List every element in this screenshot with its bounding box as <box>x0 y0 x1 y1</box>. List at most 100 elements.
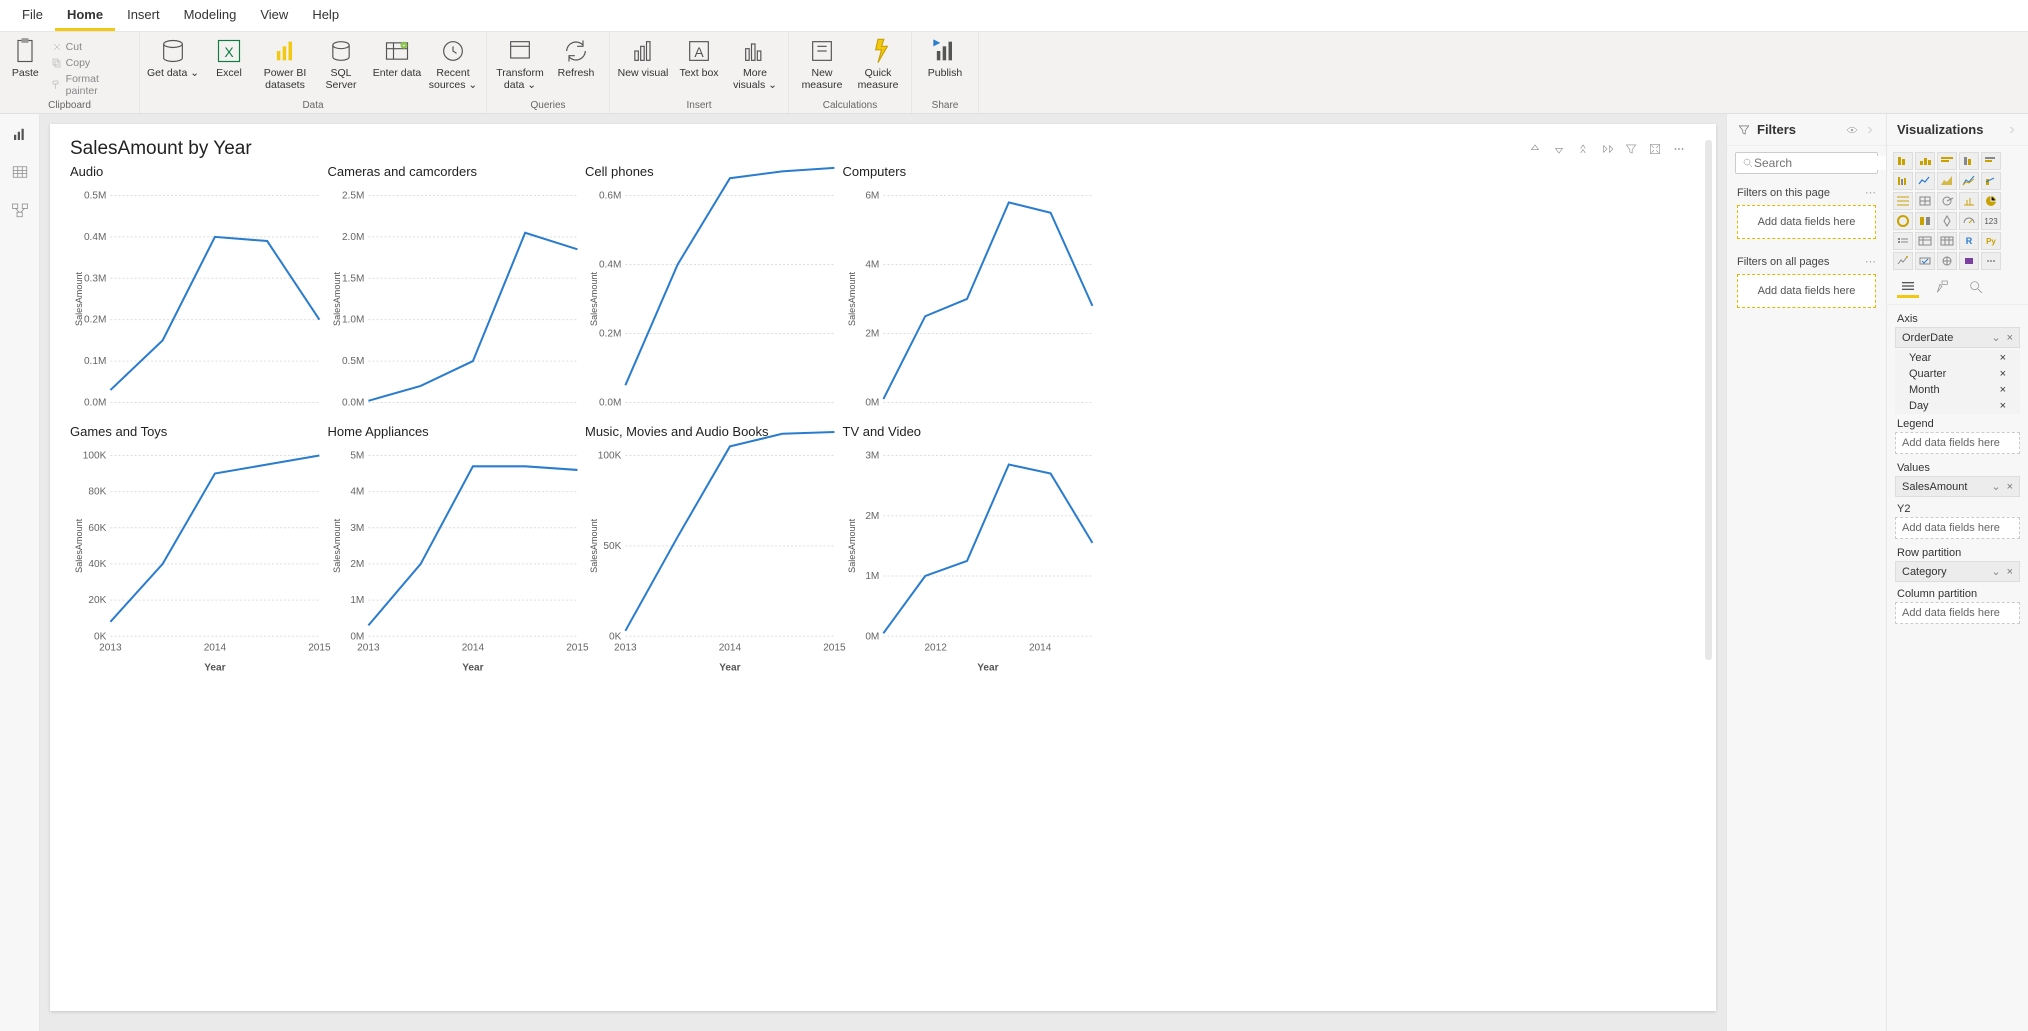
viz-type-9[interactable] <box>1981 172 2001 190</box>
viz-type-18[interactable] <box>1959 212 1979 230</box>
viz-type-4[interactable] <box>1981 152 2001 170</box>
menu-tab-insert[interactable]: Insert <box>115 1 172 31</box>
axis-level-day[interactable]: Day× <box>1895 398 2020 414</box>
viz-type-1[interactable] <box>1915 152 1935 170</box>
viz-type-15[interactable] <box>1893 212 1913 230</box>
report-view-button[interactable] <box>8 122 32 146</box>
enter-data-button[interactable]: +Enter data <box>370 35 424 79</box>
expand-all-icon[interactable] <box>1576 142 1590 156</box>
sql-server-button[interactable]: SQL Server <box>314 35 368 91</box>
viz-type-29[interactable] <box>1981 252 2001 270</box>
viz-type-10[interactable] <box>1893 192 1913 210</box>
excel-button[interactable]: XExcel <box>202 35 256 79</box>
new-measure-button[interactable]: New measure <box>795 35 849 91</box>
menu-tab-view[interactable]: View <box>248 1 300 31</box>
menu-tab-file[interactable]: File <box>10 1 55 31</box>
new-visual-button[interactable]: New visual <box>616 35 670 79</box>
viz-type-19[interactable]: 123 <box>1981 212 2001 230</box>
axis-level-quarter[interactable]: Quarter× <box>1895 366 2020 382</box>
paste-button[interactable]: Paste <box>6 35 45 79</box>
menu-tab-home[interactable]: Home <box>55 1 115 31</box>
filters-on-page-drop[interactable]: Add data fields here <box>1737 205 1876 239</box>
viz-type-2[interactable] <box>1937 152 1957 170</box>
refresh-button[interactable]: Refresh <box>549 35 603 79</box>
transform-data-button[interactable]: Transform data ⌄ <box>493 35 547 91</box>
viz-type-14[interactable] <box>1981 192 2001 210</box>
model-view-button[interactable] <box>8 198 32 222</box>
recent-sources-button[interactable]: Recent sources ⌄ <box>426 35 480 91</box>
viz-type-13[interactable] <box>1959 192 1979 210</box>
chart-music-movies-and-audio-books[interactable]: Music, Movies and Audio Books0K50K100KSa… <box>585 422 843 682</box>
fields-tab[interactable] <box>1897 276 1919 298</box>
viz-type-26[interactable] <box>1915 252 1935 270</box>
chart-cell-phones[interactable]: Cell phones0.0M0.2M0.4M0.6MSalesAmount <box>585 162 843 422</box>
menu-tab-modeling[interactable]: Modeling <box>172 1 249 31</box>
filters-on-all-drop[interactable]: Add data fields here <box>1737 274 1876 308</box>
quick-measure-button[interactable]: Quick measure <box>851 35 905 91</box>
viz-type-12[interactable] <box>1937 192 1957 210</box>
remove-icon[interactable]: × <box>2001 332 2013 344</box>
viz-type-7[interactable] <box>1937 172 1957 190</box>
cut-button[interactable]: Cut <box>49 39 133 55</box>
chart-tv-and-video[interactable]: TV and Video0M1M2M3MSalesAmount20122014Y… <box>843 422 1101 682</box>
visual-scrollbar[interactable] <box>1705 140 1712 660</box>
chart-audio[interactable]: Audio0.0M0.1M0.2M0.3M0.4M0.5MSalesAmount <box>70 162 328 422</box>
y2-drop[interactable]: Add data fields here <box>1895 517 2020 539</box>
menu-tab-help[interactable]: Help <box>300 1 351 31</box>
viz-type-24[interactable]: Py <box>1981 232 2001 250</box>
remove-icon[interactable]: × <box>2000 400 2006 412</box>
focus-mode-icon[interactable] <box>1648 142 1662 156</box>
viz-type-27[interactable] <box>1937 252 1957 270</box>
data-view-button[interactable] <box>8 160 32 184</box>
viz-type-5[interactable] <box>1893 172 1913 190</box>
viz-type-6[interactable] <box>1915 172 1935 190</box>
viz-type-8[interactable] <box>1959 172 1979 190</box>
more-visuals-button[interactable]: More visuals ⌄ <box>728 35 782 91</box>
col-partition-drop[interactable]: Add data fields here <box>1895 602 2020 624</box>
axis-level-year[interactable]: Year× <box>1895 350 2020 366</box>
remove-icon[interactable]: × <box>2001 566 2013 578</box>
get-data-button[interactable]: Get data ⌄ <box>146 35 200 79</box>
viz-type-25[interactable] <box>1893 252 1913 270</box>
collapse-icon[interactable] <box>1864 124 1876 136</box>
report-canvas[interactable]: SalesAmount by Year Audio0.0M0.1M0.2M0.3… <box>50 124 1716 1011</box>
chart-home-appliances[interactable]: Home Appliances0M1M2M3M4M5MSalesAmount20… <box>328 422 586 682</box>
chart-computers[interactable]: Computers0M2M4M6MSalesAmount <box>843 162 1101 422</box>
remove-icon[interactable]: × <box>2000 368 2006 380</box>
viz-type-17[interactable] <box>1937 212 1957 230</box>
copy-button[interactable]: Copy <box>49 55 133 71</box>
publish-button[interactable]: Publish <box>918 35 972 79</box>
viz-type-3[interactable] <box>1959 152 1979 170</box>
chart-cameras-and-camcorders[interactable]: Cameras and camcorders0.0M0.5M1.0M1.5M2.… <box>328 162 586 422</box>
viz-type-20[interactable] <box>1893 232 1913 250</box>
format-tab[interactable] <box>1931 276 1953 298</box>
row-partition-field-category[interactable]: Category⌄× <box>1895 561 2020 582</box>
remove-icon[interactable]: × <box>2001 481 2013 493</box>
viz-type-22[interactable] <box>1937 232 1957 250</box>
axis-field-orderdate[interactable]: OrderDate⌄× <box>1895 327 2020 348</box>
viz-type-23[interactable]: R <box>1959 232 1979 250</box>
chart-games-and-toys[interactable]: Games and Toys0K20K40K60K80K100KSalesAmo… <box>70 422 328 682</box>
format-painter-button[interactable]: Format painter <box>49 71 133 99</box>
viz-type-28[interactable] <box>1959 252 1979 270</box>
viz-type-0[interactable] <box>1893 152 1913 170</box>
filter-icon[interactable] <box>1624 142 1638 156</box>
viz-type-21[interactable] <box>1915 232 1935 250</box>
viz-type-11[interactable] <box>1915 192 1935 210</box>
drill-down-icon[interactable] <box>1552 142 1566 156</box>
text-box-button[interactable]: AText box <box>672 35 726 79</box>
pbi-datasets-button[interactable]: Power BI datasets <box>258 35 312 91</box>
go-to-next-level-icon[interactable] <box>1600 142 1614 156</box>
analytics-tab[interactable] <box>1965 276 1987 298</box>
remove-icon[interactable]: × <box>2000 352 2006 364</box>
more-options-icon[interactable] <box>1672 142 1686 156</box>
drill-up-icon[interactable] <box>1528 142 1542 156</box>
legend-drop[interactable]: Add data fields here <box>1895 432 2020 454</box>
axis-level-month[interactable]: Month× <box>1895 382 2020 398</box>
eye-icon[interactable] <box>1846 124 1858 136</box>
values-field-salesamount[interactable]: SalesAmount⌄× <box>1895 476 2020 497</box>
remove-icon[interactable]: × <box>2000 384 2006 396</box>
filter-search[interactable] <box>1735 152 1878 174</box>
collapse-icon[interactable] <box>2006 124 2018 136</box>
viz-type-16[interactable] <box>1915 212 1935 230</box>
